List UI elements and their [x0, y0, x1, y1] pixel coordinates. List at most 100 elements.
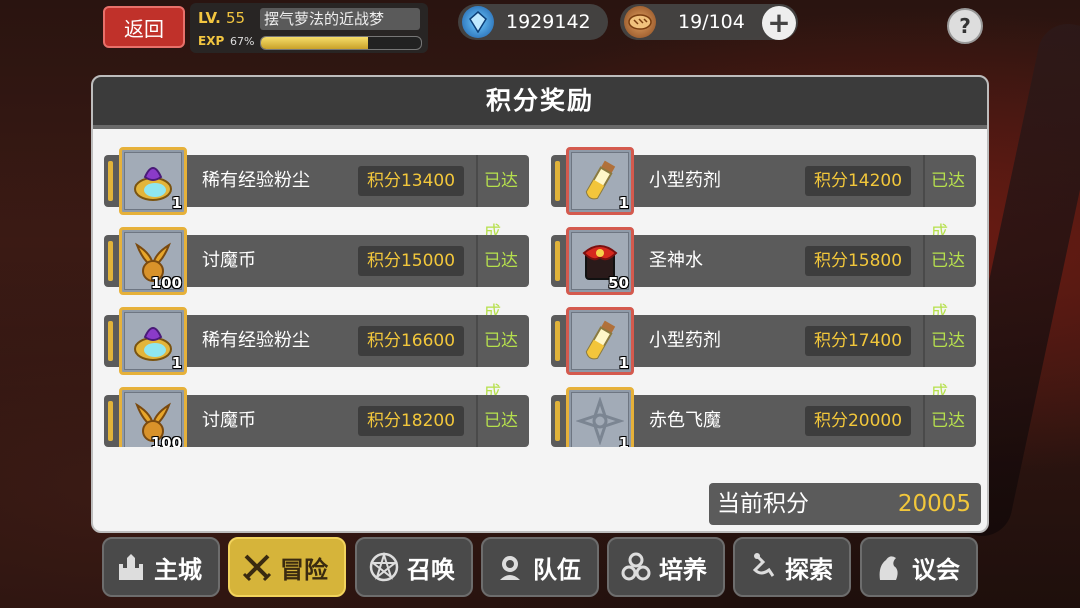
- item-name: 稀有经验粉尘: [202, 170, 310, 191]
- item-quantity: 1: [618, 354, 629, 372]
- reward-row[interactable]: 100 讨魔币 积分15000 已达成: [104, 227, 529, 323]
- nav-label: 培养: [659, 555, 707, 584]
- item-slot[interactable]: 100: [119, 387, 187, 447]
- nav-button[interactable]: 培养: [607, 537, 725, 597]
- reward-row[interactable]: 1 赤色飞魔 积分20000 已达成: [551, 387, 976, 447]
- nav-label: 议会: [912, 555, 960, 584]
- stamina-amount: 19/104: [678, 11, 745, 33]
- reward-row[interactable]: 50 圣神水 积分15800 已达成: [551, 227, 976, 323]
- achieved-status: 已达成: [923, 155, 976, 243]
- help-button[interactable]: ?: [947, 8, 983, 44]
- add-stamina-button[interactable]: +: [762, 6, 796, 40]
- modal-header: 积分奖励: [93, 77, 987, 129]
- player-name: 摆气萝法的近战梦: [260, 8, 420, 30]
- nav-button[interactable]: 队伍: [481, 537, 599, 597]
- back-button[interactable]: 返回: [103, 6, 185, 48]
- achieved-status: 已达成: [923, 395, 976, 447]
- exp-label: EXP: [198, 34, 225, 48]
- item-quantity: 100: [150, 434, 182, 447]
- council-icon: [872, 550, 906, 584]
- gem-amount: 1929142: [506, 11, 591, 33]
- item-name: 小型药剂: [649, 170, 721, 191]
- reward-row-edge: [108, 321, 113, 361]
- nav-button[interactable]: 议会: [860, 537, 978, 597]
- reward-row-edge: [108, 161, 113, 201]
- item-name: 小型药剂: [649, 330, 721, 351]
- item-slot[interactable]: 100: [119, 227, 187, 295]
- reward-row[interactable]: 1 小型药剂 积分14200 已达成: [551, 147, 976, 243]
- team-icon: [493, 550, 527, 584]
- reward-row[interactable]: 100 讨魔币 积分18200 已达成: [104, 387, 529, 447]
- level-value: 55: [226, 9, 246, 27]
- item-name: 圣神水: [649, 250, 703, 271]
- reward-row-edge: [555, 321, 560, 361]
- item-name: 讨魔币: [202, 410, 256, 431]
- exp-progress-fill: [261, 37, 369, 49]
- points-requirement: 积分15000: [358, 246, 464, 276]
- item-slot[interactable]: 1: [566, 307, 634, 375]
- item-slot[interactable]: 1: [566, 387, 634, 447]
- achieved-status: 已达成: [923, 235, 976, 323]
- item-quantity: 1: [618, 194, 629, 212]
- achieved-status: 已达成: [476, 155, 529, 243]
- cultivate-icon: [619, 550, 653, 584]
- reward-row[interactable]: 1 小型药剂 积分17400 已达成: [551, 307, 976, 403]
- item-quantity: 1: [171, 194, 182, 212]
- reward-list[interactable]: 1 稀有经验粉尘 积分13400 已达成 1 小型药剂 积分14200 已达成 100 讨魔币 积分…: [93, 129, 987, 447]
- gem-icon: [462, 6, 494, 38]
- reward-row-edge: [108, 241, 113, 281]
- achieved-status: 已达成: [923, 315, 976, 403]
- reward-row-edge: [555, 241, 560, 281]
- item-slot[interactable]: 50: [566, 227, 634, 295]
- nav-button[interactable]: 主城: [102, 537, 220, 597]
- item-slot[interactable]: 1: [119, 307, 187, 375]
- nav-label: 队伍: [533, 555, 581, 584]
- modal-title: 积分奖励: [485, 86, 594, 115]
- item-quantity: 1: [618, 434, 629, 447]
- reward-row[interactable]: 1 稀有经验粉尘 积分16600 已达成: [104, 307, 529, 403]
- points-requirement: 积分18200: [358, 406, 464, 436]
- item-quantity: 1: [171, 354, 182, 372]
- item-slot[interactable]: 1: [566, 147, 634, 215]
- item-quantity: 50: [608, 274, 629, 292]
- item-name: 讨魔币: [202, 250, 256, 271]
- crossed-swords-icon: [240, 550, 274, 584]
- current-points-label: 当前积分: [717, 491, 809, 517]
- item-name: 稀有经验粉尘: [202, 330, 310, 351]
- nav-label: 冒险: [280, 555, 328, 584]
- points-requirement: 积分16600: [358, 326, 464, 356]
- current-points-box: 当前积分 20005: [709, 483, 981, 525]
- reward-row[interactable]: 1 稀有经验粉尘 积分13400 已达成: [104, 147, 529, 243]
- points-requirement: 积分13400: [358, 166, 464, 196]
- bread-icon: [624, 6, 656, 38]
- points-reward-modal: 积分奖励 1 稀有经验粉尘 积分13400 已达成 1 小型药剂 积分14200 已达成 100…: [91, 75, 989, 533]
- points-requirement: 积分20000: [805, 406, 911, 436]
- current-points-value: 20005: [897, 491, 971, 517]
- nav-button[interactable]: 召唤: [355, 537, 473, 597]
- nav-label: 召唤: [407, 555, 455, 584]
- nav-button[interactable]: 探索: [733, 537, 851, 597]
- points-requirement: 积分14200: [805, 166, 911, 196]
- player-info-panel: LV. 55 摆气萝法的近战梦 EXP 67%: [190, 3, 428, 53]
- item-quantity: 100: [150, 274, 182, 292]
- gem-counter: 1929142: [458, 4, 608, 40]
- exp-progress-bar: [260, 36, 422, 50]
- achieved-status: 已达成: [476, 315, 529, 403]
- achieved-status: 已达成: [476, 395, 529, 447]
- pentagram-icon: [367, 550, 401, 584]
- nav-button[interactable]: 冒险: [228, 537, 346, 597]
- points-requirement: 积分17400: [805, 326, 911, 356]
- castle-icon: [114, 550, 148, 584]
- exp-percent: 67%: [230, 35, 255, 48]
- level-label: LV.: [198, 9, 221, 27]
- achieved-status: 已达成: [476, 235, 529, 323]
- explore-icon: [745, 550, 779, 584]
- item-name: 赤色飞魔: [649, 410, 721, 431]
- nav-label: 探索: [785, 555, 833, 584]
- nav-label: 主城: [154, 555, 202, 584]
- reward-row-edge: [108, 401, 113, 441]
- reward-row-edge: [555, 401, 560, 441]
- reward-row-edge: [555, 161, 560, 201]
- points-requirement: 积分15800: [805, 246, 911, 276]
- item-slot[interactable]: 1: [119, 147, 187, 215]
